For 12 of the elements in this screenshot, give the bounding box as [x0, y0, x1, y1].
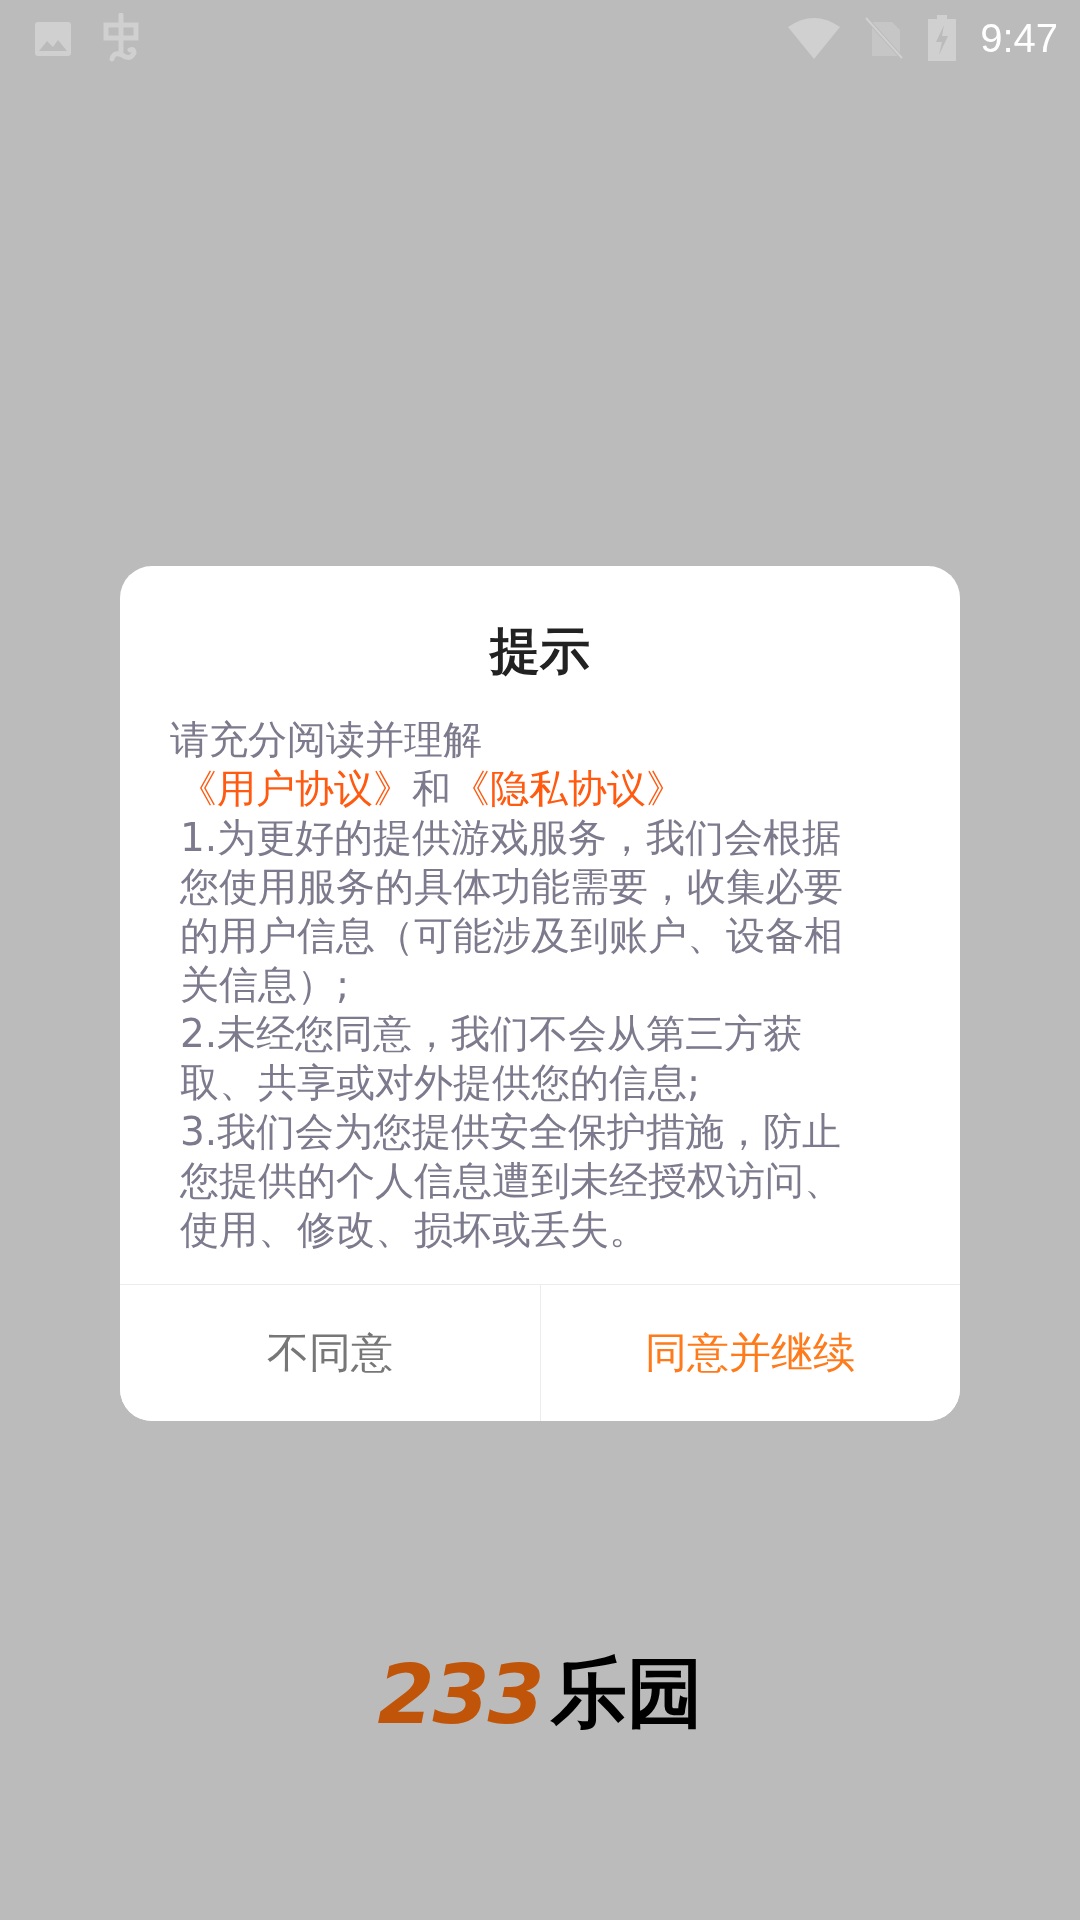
- logo-number: 233: [377, 1647, 543, 1742]
- agree-button[interactable]: 同意并继续: [539, 1285, 960, 1421]
- conjunction-text: 和: [412, 765, 451, 813]
- agreement-link[interactable]: 《用户协议》: [178, 764, 412, 813]
- terms-paragraph: 2.未经您同意，我们不会从第三方获取、共享或对外提供您的信息;: [179, 1010, 804, 1107]
- clock-time: 9:47: [980, 15, 1058, 61]
- dialog-title: 提示: [488, 621, 591, 682]
- agreement-link[interactable]: 《隐私协议》: [451, 764, 685, 813]
- terms-paragraph: 1.为更好的提供游戏服务，我们会根据您使用服务的具体功能需要，收集必要的用户信息（可能涉及到账户、设备相关信息）;: [179, 814, 844, 1009]
- intro-text: 请充分阅读并理解: [170, 716, 483, 764]
- logo-name: 乐园: [550, 1647, 703, 1739]
- terms-paragraph: 3.我们会为您提供安全保护措施，防止您提供的个人信息遭到未经授权访问、使用、修改、损坏或丢失。: [179, 1108, 844, 1254]
